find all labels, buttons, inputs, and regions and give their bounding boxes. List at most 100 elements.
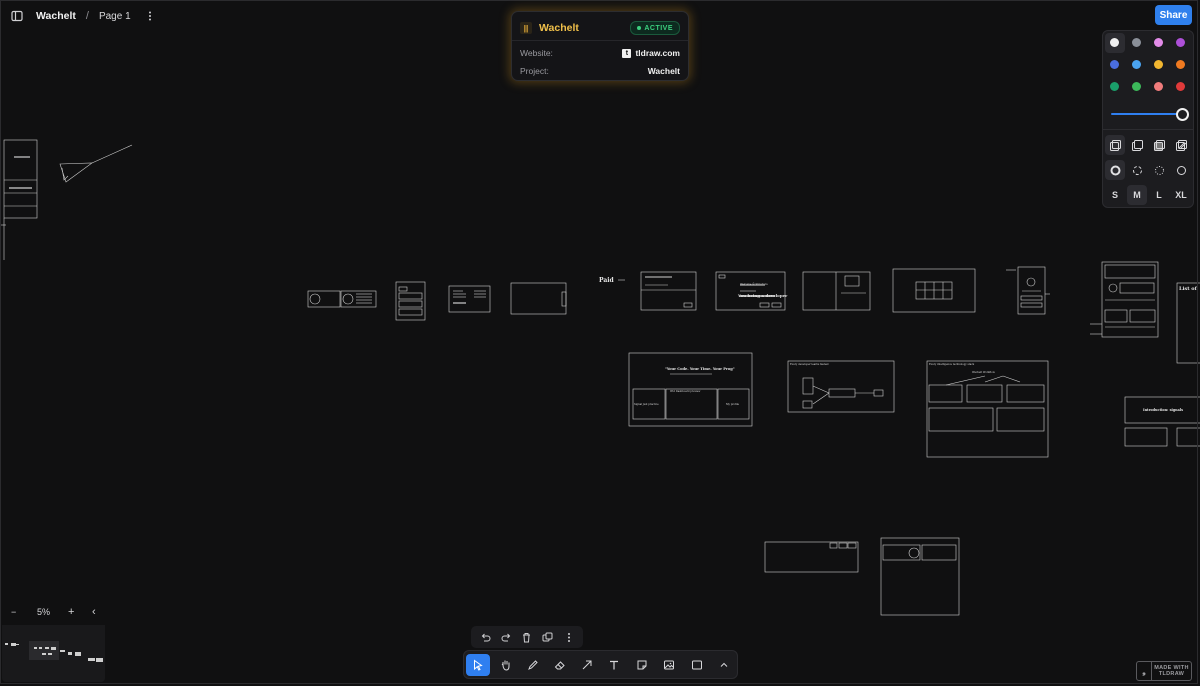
tldraw-logo-icon: ❟	[1137, 662, 1152, 680]
svg-text:Wid Dashboard preview: Wid Dashboard preview	[670, 390, 701, 393]
color-swatch-5[interactable]	[1132, 60, 1141, 69]
wireframe-dashboard-complex[interactable]	[1090, 261, 1159, 338]
canvas-label-paid: Paid	[599, 277, 615, 284]
svg-text:My profile: My profile	[726, 403, 740, 406]
minimap-viewport	[29, 641, 59, 660]
svg-text:Every developer learns fastest: Every developer learns fastest	[790, 363, 829, 366]
wireframe-pricing[interactable]	[640, 271, 697, 311]
action-bar	[471, 626, 583, 648]
frame-bottom-queries[interactable]	[880, 537, 960, 616]
svg-text:Wachelt Workflow: Wachelt Workflow	[972, 371, 996, 374]
duplicate-icon[interactable]	[539, 628, 557, 646]
wireframe-list[interactable]	[448, 285, 491, 313]
wireframe-form[interactable]	[395, 281, 426, 321]
frame-intro-signals[interactable]	[1124, 396, 1200, 447]
zoom-controls: − 5% + ‹	[2, 601, 105, 623]
style-panel: S M L XL	[1102, 30, 1194, 208]
media-tool-icon[interactable]	[657, 654, 681, 676]
sidebar-toggle-icon[interactable]	[8, 7, 26, 25]
dash-solid-icon[interactable]	[1171, 160, 1191, 180]
project-logo-icon: ||	[520, 22, 532, 34]
dash-draw-icon[interactable]	[1105, 160, 1125, 180]
dash-dashed-icon[interactable]	[1127, 160, 1147, 180]
color-swatch-3[interactable]	[1176, 38, 1185, 47]
redo-icon[interactable]	[497, 628, 515, 646]
drawing-canvas[interactable]: Welcome @ Structure Wid Dashboard previe…	[0, 0, 1200, 686]
status-badge: ACTIVE	[630, 21, 680, 35]
project-value: Wachelt	[647, 66, 680, 76]
minimap-collapse-button[interactable]: ‹	[92, 606, 96, 618]
color-swatch-9[interactable]	[1132, 82, 1141, 91]
color-swatch-8[interactable]	[1110, 82, 1119, 91]
color-swatch-1[interactable]	[1132, 38, 1141, 47]
text-tool-icon[interactable]	[602, 654, 626, 676]
select-tool-icon[interactable]	[466, 654, 490, 676]
color-swatch-2[interactable]	[1154, 38, 1163, 47]
wireframe-welcome[interactable]	[715, 271, 786, 311]
chevron-up-icon[interactable]	[712, 654, 736, 676]
top-bar: Wachelt / Page 1	[8, 6, 159, 26]
page-menu-icon[interactable]	[141, 7, 159, 25]
svg-text:Signal just practice: Signal just practice	[634, 403, 659, 406]
minimap[interactable]	[2, 625, 105, 682]
opacity-slider-track[interactable]	[1111, 113, 1181, 115]
size-l[interactable]: L	[1149, 185, 1169, 205]
zoom-out-button[interactable]: −	[11, 607, 16, 617]
fill-pattern-icon[interactable]	[1171, 135, 1191, 155]
frame-landing-tagline[interactable]	[628, 352, 753, 427]
wireframe-split-screen[interactable]	[802, 271, 871, 311]
share-button[interactable]: Share	[1155, 5, 1192, 25]
canvas-intro-label: Introduction: signals	[1143, 408, 1183, 412]
canvas-tagline: "Your Code. Your Time. Your Prog"	[665, 367, 735, 371]
zoom-level[interactable]: 5%	[37, 607, 50, 617]
eraser-tool-icon[interactable]	[548, 654, 572, 676]
wireframe-small-cards[interactable]	[307, 290, 377, 308]
color-swatch-10[interactable]	[1154, 82, 1163, 91]
frame-workflow-diagram[interactable]	[926, 360, 1049, 458]
svg-text:Welcome @ Structure: Welcome @ Structure	[740, 283, 768, 286]
wireframe-empty-screen[interactable]	[510, 282, 567, 315]
frame-bottom-table[interactable]	[764, 541, 859, 573]
breadcrumb-separator: /	[85, 10, 89, 22]
arrow-tool-icon[interactable]	[575, 654, 599, 676]
opacity-slider-handle[interactable]	[1176, 108, 1189, 121]
wireframe-profile-card[interactable]	[1006, 266, 1050, 315]
drawn-arrow-shape[interactable]	[59, 144, 133, 183]
status-dot-icon	[637, 26, 642, 30]
size-xl[interactable]: XL	[1171, 185, 1191, 205]
canvas-microtext: Welcome @ Structure Wid Dashboard previe…	[634, 283, 996, 406]
wireframe-grid-screen[interactable]	[892, 268, 976, 313]
document-title[interactable]: Wachelt	[36, 10, 76, 22]
tldraw-icon: t	[622, 48, 632, 58]
color-swatch-6[interactable]	[1154, 60, 1163, 69]
fill-semi-icon[interactable]	[1127, 135, 1147, 155]
frame-left-edge[interactable]	[0, 139, 38, 260]
website-label: Website:	[520, 48, 553, 58]
more-actions-icon[interactable]	[560, 628, 578, 646]
project-name: Wachelt	[539, 22, 579, 34]
project-info-card: || Wachelt ACTIVE Website: t tldraw.com P…	[511, 11, 689, 81]
page-name[interactable]: Page 1	[99, 11, 131, 22]
draw-tool-icon[interactable]	[521, 654, 545, 676]
svg-text:You being a developer: You being a developer	[737, 293, 788, 298]
frame-flow-diagram[interactable]	[787, 360, 895, 413]
size-m[interactable]: M	[1127, 185, 1147, 205]
project-label: Project:	[520, 66, 549, 76]
color-swatch-11[interactable]	[1176, 82, 1185, 91]
delete-icon[interactable]	[518, 628, 536, 646]
fill-none-icon[interactable]	[1105, 135, 1125, 155]
fill-solid-icon[interactable]	[1149, 135, 1169, 155]
website-value[interactable]: tldraw.com	[635, 48, 680, 58]
size-s[interactable]: S	[1105, 185, 1125, 205]
made-with-tldraw-badge[interactable]: ❟ MADE WITH TLDRAW	[1136, 661, 1192, 681]
color-swatch-4[interactable]	[1110, 60, 1119, 69]
note-tool-icon[interactable]	[630, 654, 654, 676]
hand-tool-icon[interactable]	[494, 654, 518, 676]
rectangle-tool-icon[interactable]	[685, 654, 709, 676]
zoom-in-button[interactable]: +	[68, 606, 74, 618]
undo-icon[interactable]	[476, 628, 494, 646]
dash-dotted-icon[interactable]	[1149, 160, 1169, 180]
color-swatch-0[interactable]	[1110, 38, 1119, 47]
color-swatch-7[interactable]	[1176, 60, 1185, 69]
frame-list-edge[interactable]	[1176, 282, 1200, 364]
